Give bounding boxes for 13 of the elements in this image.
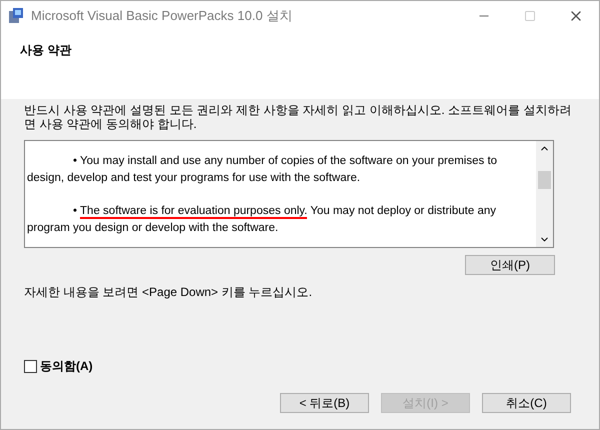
wizard-button[interactable]: 취소(C) [482,393,571,413]
license-paragraph: • The software is for evaluation purposes only. You may not deploy or distribute any program you design or develop with the software. [27,204,497,236]
print-button[interactable]: 인쇄(P) [465,255,555,275]
window-title: Microsoft Visual Basic PowerPacks 10.0 설치 [31,7,294,26]
scroll-thumb[interactable] [538,171,551,189]
wizard-button[interactable]: < 뒤로(B) [280,393,369,413]
scrollbar[interactable] [536,141,553,247]
instructions-text: 반드시 사용 약관에 설명된 모든 권리와 제한 사항을 자세히 읽고 이해하십시오. 소프트웨어를 설치하려면 사용 약관에 동의해야 합니다. [24,103,572,131]
installer-icon [7,7,25,25]
header-title: 사용 약관 [20,43,72,57]
page-down-hint: 자세한 내용을 보려면 <Page Down> 키를 누르십시오. [24,284,314,301]
agree-checkbox[interactable]: 동의함(A) [24,357,93,375]
license-paragraph: • You may install and use any number of copies of the software on your premises to design, develop and test your programs for use with the software. [27,154,498,186]
